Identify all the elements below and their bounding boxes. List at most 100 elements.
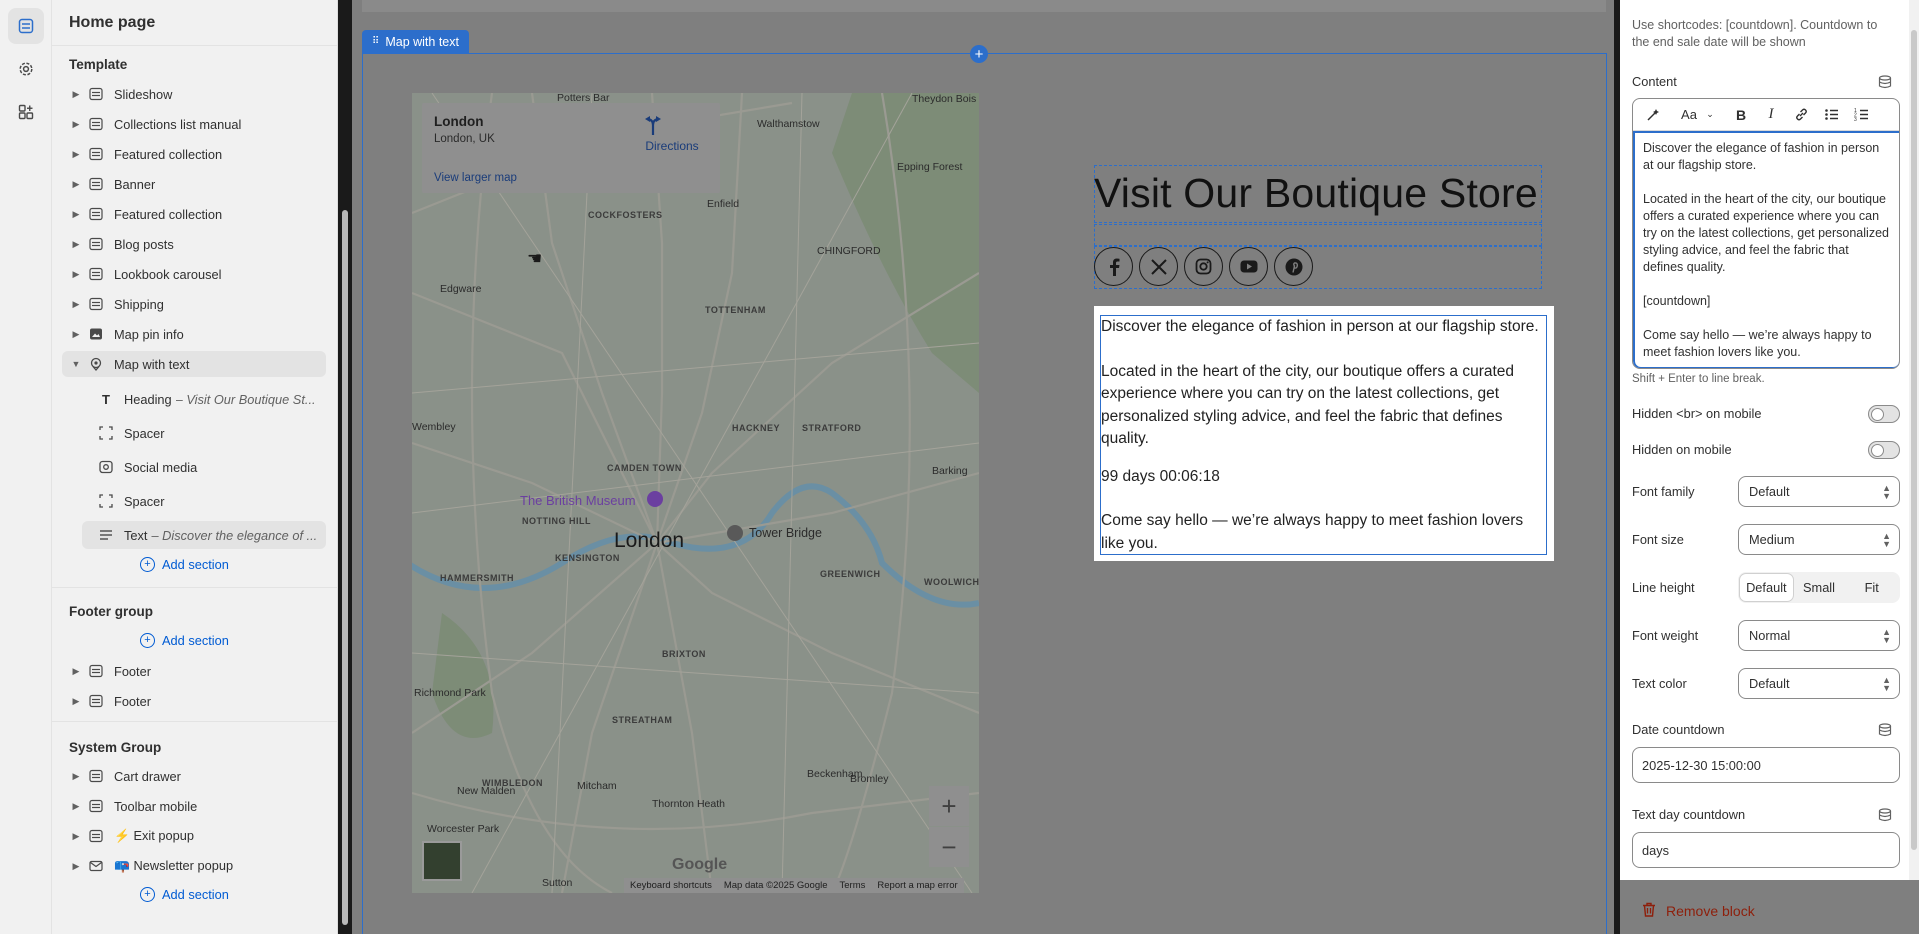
sidebar-item-footer[interactable]: ▶ Footer bbox=[62, 688, 326, 714]
sidebar-item-map-pin-info[interactable]: ▶ Map pin info bbox=[62, 321, 326, 347]
sidebar-item-lookbook-carousel[interactable]: ▶ Lookbook carousel bbox=[62, 261, 326, 287]
hidden-br-toggle[interactable] bbox=[1868, 405, 1900, 423]
report-map-error-link[interactable]: Report a map error bbox=[877, 880, 957, 891]
chevron-down-icon[interactable]: ⌄ bbox=[1703, 103, 1717, 127]
link-icon[interactable] bbox=[1789, 103, 1813, 127]
youtube-icon[interactable] bbox=[1229, 247, 1268, 286]
sidebar-item-shipping[interactable]: ▶ Shipping bbox=[62, 291, 326, 317]
section-tag[interactable]: ⠿ Map with text bbox=[362, 30, 469, 53]
sidebar-item-footer[interactable]: ▶ Footer bbox=[62, 658, 326, 684]
add-section-button[interactable]: + Add section bbox=[140, 887, 229, 902]
chevron-right-icon[interactable]: ▶ bbox=[68, 771, 84, 782]
chevron-right-icon[interactable]: ▶ bbox=[68, 861, 84, 872]
chevron-right-icon[interactable]: ▶ bbox=[68, 696, 84, 707]
chevron-right-icon[interactable]: ▶ bbox=[68, 801, 84, 812]
magic-wand-icon[interactable] bbox=[1641, 103, 1665, 127]
sidebar-item-cart-drawer[interactable]: ▶ Cart drawer bbox=[62, 763, 326, 789]
select-arrows-icon: ▲ ▼ bbox=[1882, 483, 1891, 501]
chevron-right-icon[interactable]: ▶ bbox=[68, 209, 84, 220]
page-title: Home page bbox=[52, 0, 337, 46]
select-arrows-icon: ▲ ▼ bbox=[1882, 627, 1891, 645]
dynamic-source-icon[interactable] bbox=[1878, 808, 1892, 822]
block-item-spacer[interactable]: Spacer bbox=[62, 488, 326, 514]
facebook-icon[interactable] bbox=[1094, 247, 1133, 286]
block-item-text[interactable]: Text – Discover the elegance of ... bbox=[82, 521, 326, 549]
chevron-right-icon[interactable]: ▶ bbox=[68, 329, 84, 340]
chevron-right-icon[interactable]: ▶ bbox=[68, 179, 84, 190]
sidebar-item-collections-list[interactable]: ▶ Collections list manual bbox=[62, 111, 326, 137]
keyboard-shortcuts-link[interactable]: Keyboard shortcuts bbox=[630, 880, 712, 891]
view-larger-map-link[interactable]: View larger map bbox=[434, 172, 517, 184]
divider bbox=[52, 721, 337, 722]
sidebar-scrollbar[interactable] bbox=[342, 210, 348, 925]
date-countdown-input[interactable]: 2025-12-30 15:00:00 bbox=[1632, 747, 1900, 783]
map-roads bbox=[412, 93, 979, 893]
settings-gear-icon[interactable] bbox=[8, 51, 44, 87]
chevron-right-icon[interactable]: ▶ bbox=[68, 239, 84, 250]
chevron-right-icon[interactable]: ▶ bbox=[68, 831, 84, 842]
sidebar-item-newsletter-popup[interactable]: ▶ 📪 Newsletter popup bbox=[62, 853, 326, 879]
add-section-button[interactable]: + Add section bbox=[140, 633, 229, 648]
line-height-segmented: Default Small Fit bbox=[1738, 572, 1900, 603]
google-map[interactable]: London London, UK View larger map Direct… bbox=[412, 93, 979, 893]
pinterest-icon[interactable] bbox=[1274, 247, 1313, 286]
sections-icon[interactable] bbox=[8, 8, 44, 44]
block-item-spacer[interactable]: Spacer bbox=[62, 420, 326, 446]
chevron-down-icon[interactable]: ▼ bbox=[68, 359, 84, 369]
x-icon[interactable] bbox=[1139, 247, 1178, 286]
terms-link[interactable]: Terms bbox=[840, 880, 866, 891]
block-item-heading[interactable]: T Heading – Visit Our Boutique St... bbox=[62, 386, 326, 412]
dynamic-source-icon[interactable] bbox=[1878, 75, 1892, 89]
sidebar-item-banner[interactable]: ▶ Banner bbox=[62, 171, 326, 197]
directions-button[interactable]: Directions bbox=[642, 114, 702, 153]
editor-paragraph: [countdown] bbox=[1643, 294, 1711, 308]
section-icon bbox=[88, 117, 104, 131]
block-item-social-media[interactable]: Social media bbox=[62, 454, 326, 480]
font-family-label: Font family bbox=[1632, 484, 1695, 499]
sidebar-item-slideshow[interactable]: ▶ Slideshow bbox=[62, 81, 326, 107]
chevron-right-icon[interactable]: ▶ bbox=[68, 299, 84, 310]
zoom-out-button[interactable]: − bbox=[929, 827, 969, 867]
apps-icon[interactable] bbox=[8, 94, 44, 130]
chevron-right-icon[interactable]: ▶ bbox=[68, 666, 84, 677]
line-height-small[interactable]: Small bbox=[1793, 574, 1846, 601]
instagram-icon[interactable] bbox=[1184, 247, 1223, 286]
hidden-mobile-toggle[interactable] bbox=[1868, 441, 1900, 459]
font-family-select[interactable]: Default ▲ ▼ bbox=[1738, 476, 1900, 507]
zoom-in-button[interactable]: + bbox=[929, 786, 969, 826]
panel-scrollbar[interactable] bbox=[1911, 30, 1917, 850]
rich-text-editor[interactable]: Aa ⌄ B I 123 Discover the elegance of fa… bbox=[1632, 98, 1900, 369]
sidebar-item-toolbar-mobile[interactable]: ▶ Toolbar mobile bbox=[62, 793, 326, 819]
editor-content[interactable]: Discover the elegance of fashion in pers… bbox=[1633, 131, 1899, 368]
sidebar-item-featured-collection[interactable]: ▶ Featured collection bbox=[62, 201, 326, 227]
font-weight-select[interactable]: Normal ▲ ▼ bbox=[1738, 620, 1900, 651]
sidebar-item-exit-popup[interactable]: ▶ ⚡ Exit popup bbox=[62, 823, 326, 849]
dynamic-source-icon[interactable] bbox=[1878, 723, 1892, 737]
bold-icon[interactable]: B bbox=[1729, 103, 1753, 127]
bullet-list-icon[interactable] bbox=[1819, 103, 1843, 127]
sidebar-item-blog-posts[interactable]: ▶ Blog posts bbox=[62, 231, 326, 257]
line-height-fit[interactable]: Fit bbox=[1845, 574, 1898, 601]
sidebar-item-map-with-text[interactable]: ▼ Map with text bbox=[62, 351, 326, 377]
add-section-plus-button[interactable]: + bbox=[970, 45, 988, 63]
spacer-icon bbox=[98, 426, 114, 440]
panel-footer: Remove block bbox=[1620, 880, 1919, 934]
chevron-right-icon[interactable]: ▶ bbox=[68, 269, 84, 280]
satellite-toggle-button[interactable] bbox=[422, 841, 462, 881]
text-style-icon[interactable]: Aa bbox=[1677, 103, 1701, 127]
chevron-right-icon[interactable]: ▶ bbox=[68, 89, 84, 100]
spacer-block-outline[interactable] bbox=[1094, 224, 1542, 246]
numbered-list-icon[interactable]: 123 bbox=[1849, 103, 1873, 127]
text-block[interactable]: Discover the elegance of fashion in pers… bbox=[1100, 315, 1547, 555]
line-height-default[interactable]: Default bbox=[1740, 574, 1793, 601]
museum-pin-icon bbox=[647, 491, 663, 507]
add-section-button[interactable]: + Add section bbox=[140, 557, 229, 572]
text-color-select[interactable]: Default ▲ ▼ bbox=[1738, 668, 1900, 699]
font-size-select[interactable]: Medium ▲ ▼ bbox=[1738, 524, 1900, 555]
chevron-right-icon[interactable]: ▶ bbox=[68, 119, 84, 130]
remove-block-button[interactable]: Remove block bbox=[1642, 902, 1755, 920]
sidebar-item-featured-collection[interactable]: ▶ Featured collection bbox=[62, 141, 326, 167]
italic-icon[interactable]: I bbox=[1759, 103, 1783, 127]
chevron-right-icon[interactable]: ▶ bbox=[68, 149, 84, 160]
text-day-countdown-input[interactable]: days bbox=[1632, 832, 1900, 868]
